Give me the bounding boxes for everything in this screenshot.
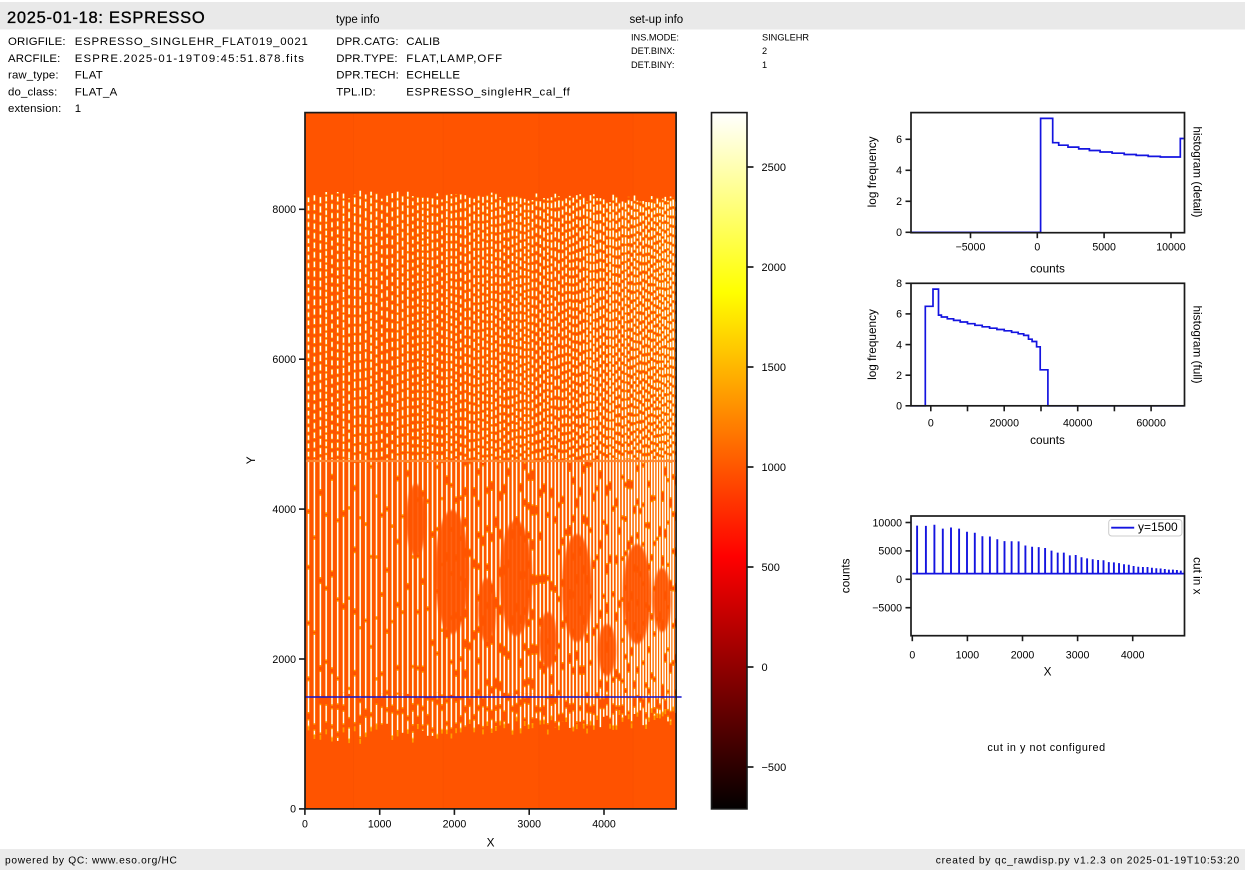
svg-text:extension:: extension: <box>8 103 61 115</box>
svg-text:10000: 10000 <box>1156 242 1186 254</box>
svg-text:DET.BINX:: DET.BINX: <box>631 46 675 56</box>
svg-text:y=1500: y=1500 <box>1138 520 1178 534</box>
svg-text:log frequency: log frequency <box>865 136 879 207</box>
svg-text:6: 6 <box>896 309 902 321</box>
svg-text:do_class:: do_class: <box>8 86 57 98</box>
svg-text:3000: 3000 <box>1066 650 1090 662</box>
svg-text:5000: 5000 <box>878 546 902 558</box>
svg-text:INS.MODE:: INS.MODE: <box>631 33 679 43</box>
svg-text:4000: 4000 <box>272 504 296 516</box>
svg-text:0: 0 <box>302 819 308 831</box>
svg-text:DPR.CATG:: DPR.CATG: <box>336 36 399 48</box>
svg-text:4000: 4000 <box>1121 650 1145 662</box>
svg-text:0: 0 <box>1034 242 1040 254</box>
svg-text:4000: 4000 <box>592 819 616 831</box>
svg-text:set-up info: set-up info <box>630 14 684 26</box>
svg-text:1000: 1000 <box>368 819 392 831</box>
svg-text:4: 4 <box>896 339 902 351</box>
svg-text:2: 2 <box>896 196 902 208</box>
svg-text:raw_type:: raw_type: <box>8 70 59 82</box>
svg-text:TPL.ID:: TPL.ID: <box>336 86 376 98</box>
svg-text:0: 0 <box>928 418 934 430</box>
svg-text:X: X <box>1044 665 1052 679</box>
svg-text:1: 1 <box>75 103 81 115</box>
svg-text:2025-01-18: ESPRESSO: 2025-01-18: ESPRESSO <box>7 9 205 27</box>
svg-text:10000: 10000 <box>873 517 903 529</box>
svg-text:500: 500 <box>762 562 780 574</box>
svg-text:1000: 1000 <box>956 650 980 662</box>
svg-text:log frequency: log frequency <box>865 309 879 380</box>
svg-text:5000: 5000 <box>1092 242 1116 254</box>
svg-text:2000: 2000 <box>762 262 786 274</box>
svg-text:ECHELLE: ECHELLE <box>406 70 460 82</box>
svg-text:0: 0 <box>896 401 902 413</box>
svg-text:2000: 2000 <box>272 654 296 666</box>
svg-text:cut in y not configured: cut in y not configured <box>987 742 1105 754</box>
svg-text:3000: 3000 <box>517 819 541 831</box>
svg-text:SINGLEHR: SINGLEHR <box>762 33 809 43</box>
svg-text:FLAT: FLAT <box>75 70 103 82</box>
svg-text:20000: 20000 <box>990 418 1020 430</box>
svg-text:counts: counts <box>1030 262 1065 276</box>
svg-text:0: 0 <box>909 650 915 662</box>
svg-text:ORIGFILE:: ORIGFILE: <box>8 36 66 48</box>
svg-text:ESPRE.2025-01-19T09:45:51.878.: ESPRE.2025-01-19T09:45:51.878.fits <box>75 53 305 65</box>
svg-text:1000: 1000 <box>762 462 786 474</box>
svg-text:0: 0 <box>290 804 296 816</box>
svg-text:−5000: −5000 <box>956 242 986 254</box>
svg-text:40000: 40000 <box>1063 418 1093 430</box>
svg-text:X: X <box>487 836 495 850</box>
svg-text:created by qc_rawdisp.py v1.2.: created by qc_rawdisp.py v1.2.3 on 2025-… <box>936 856 1240 867</box>
svg-text:counts: counts <box>1030 433 1065 447</box>
svg-text:CALIB: CALIB <box>406 36 440 48</box>
svg-text:counts: counts <box>839 558 853 593</box>
svg-text:ESPRESSO_SINGLEHR_FLAT019_0021: ESPRESSO_SINGLEHR_FLAT019_0021 <box>75 36 309 48</box>
svg-text:0: 0 <box>896 227 902 239</box>
svg-text:DPR.TECH:: DPR.TECH: <box>336 70 399 82</box>
svg-text:2000: 2000 <box>443 819 467 831</box>
svg-text:2: 2 <box>896 370 902 382</box>
svg-text:1: 1 <box>762 60 767 70</box>
svg-text:ARCFILE:: ARCFILE: <box>8 53 60 65</box>
svg-text:type info: type info <box>336 14 379 26</box>
svg-text:8: 8 <box>896 278 902 290</box>
svg-text:histogram (full): histogram (full) <box>1191 305 1205 383</box>
svg-text:FLAT_A: FLAT_A <box>75 86 118 98</box>
svg-text:−5000: −5000 <box>872 602 902 614</box>
svg-text:2500: 2500 <box>762 162 786 174</box>
svg-text:8000: 8000 <box>272 204 296 216</box>
svg-text:DET.BINY:: DET.BINY: <box>631 60 674 70</box>
svg-text:6000: 6000 <box>272 354 296 366</box>
svg-text:histogram (detail): histogram (detail) <box>1191 126 1205 217</box>
svg-text:DPR.TYPE:: DPR.TYPE: <box>336 53 397 65</box>
svg-text:6: 6 <box>896 134 902 146</box>
svg-text:FLAT,LAMP,OFF: FLAT,LAMP,OFF <box>406 53 503 65</box>
svg-text:−500: −500 <box>762 762 787 774</box>
svg-text:2000: 2000 <box>1011 650 1035 662</box>
svg-text:4: 4 <box>896 165 902 177</box>
svg-text:powered by QC: www.eso.org/HC: powered by QC: www.eso.org/HC <box>5 856 178 867</box>
svg-text:0: 0 <box>896 574 902 586</box>
svg-text:60000: 60000 <box>1136 418 1166 430</box>
svg-text:cut in x: cut in x <box>1191 557 1205 594</box>
svg-text:1500: 1500 <box>762 362 786 374</box>
svg-text:ESPRESSO_singleHR_cal_ff: ESPRESSO_singleHR_cal_ff <box>406 86 570 98</box>
svg-text:2: 2 <box>762 46 767 56</box>
svg-text:0: 0 <box>762 662 768 674</box>
svg-text:Y: Y <box>244 456 258 464</box>
